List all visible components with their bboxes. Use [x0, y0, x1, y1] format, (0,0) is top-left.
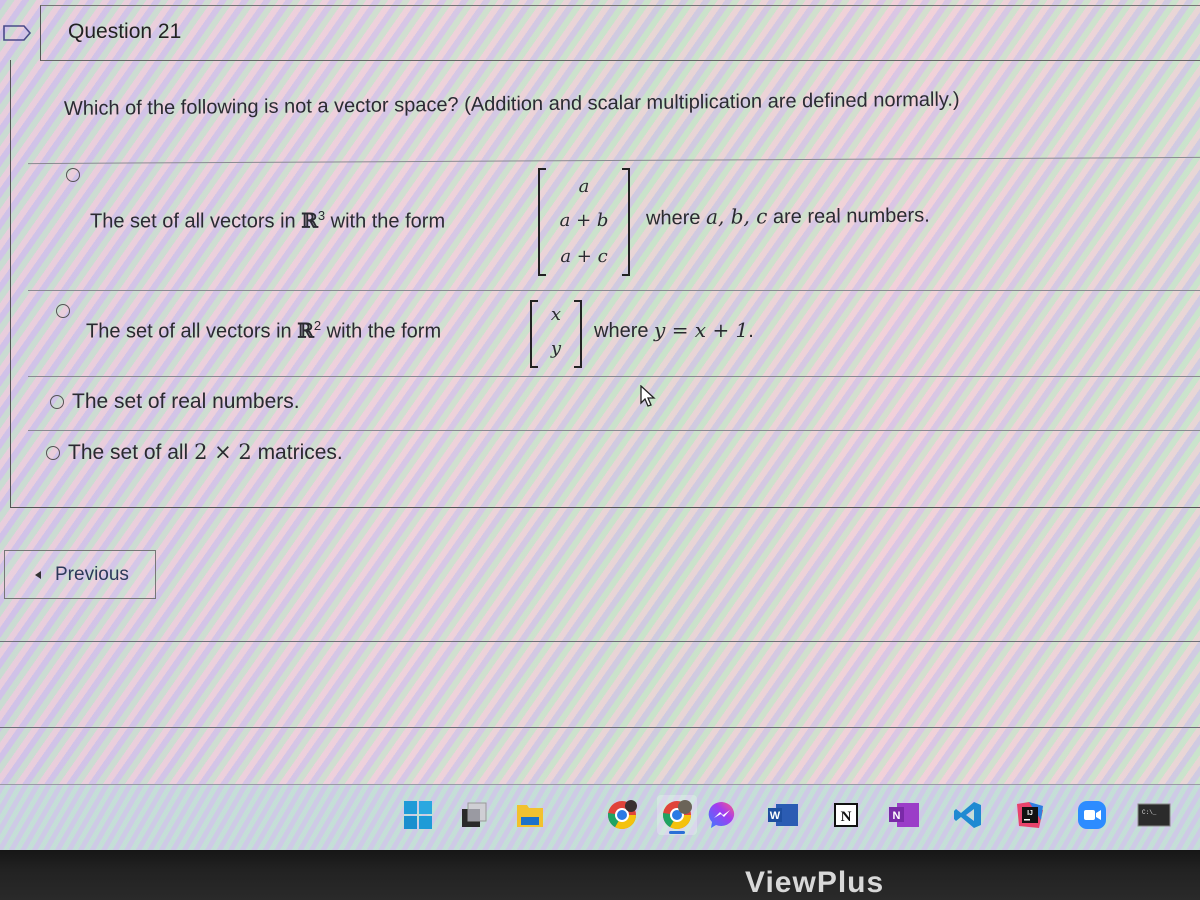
taskbar-zoom[interactable]: [1072, 795, 1112, 835]
matrix-entry: a + c: [560, 246, 608, 267]
option-1-label: The set of all vectors in ℝ3 with the fo…: [90, 208, 445, 234]
intellij-icon-label: IJ: [1027, 810, 1033, 817]
monitor-brand-logo: ViewPlus: [745, 866, 885, 899]
taskbar: W N N IJ C:\_: [0, 784, 1200, 850]
real-space-symbol: ℝ: [301, 208, 318, 233]
terminal-icon-label: C:\_: [1142, 809, 1157, 816]
previous-label: Previous: [55, 563, 129, 585]
answer-option-3[interactable]: The set of real numbers.: [50, 390, 300, 414]
onenote-icon: N: [889, 803, 919, 827]
dimension-superscript: 2: [313, 318, 322, 333]
radio-option-1[interactable]: [66, 168, 80, 182]
mouse-cursor-icon: [640, 385, 656, 407]
flag-question-icon[interactable]: [2, 24, 32, 42]
matrix-entry: x: [550, 304, 562, 325]
option-2-text: The set of all vectors in: [86, 320, 298, 343]
taskbar-onenote[interactable]: N: [884, 795, 924, 835]
zoom-icon: [1078, 801, 1106, 829]
dimension-superscript: 3: [317, 208, 326, 223]
radio-option-2[interactable]: [56, 304, 70, 318]
monitor-bezel: [0, 850, 1200, 900]
caret-left-icon: [35, 571, 41, 579]
option-2-matrix: x y: [530, 300, 582, 368]
taskbar-file-explorer[interactable]: [510, 795, 550, 835]
vscode-icon: [954, 802, 981, 828]
option-1-text-cont: with the form: [325, 210, 446, 233]
taskbar-messenger[interactable]: [702, 795, 742, 835]
option-4-math: 2 × 2: [194, 440, 252, 464]
divider: [28, 430, 1200, 431]
option-1-matrix: a a + b a + c: [538, 168, 630, 276]
option-4-text: The set of all: [68, 441, 195, 464]
onenote-icon-label: N: [893, 810, 901, 822]
windows-start-icon: [404, 801, 432, 829]
taskbar-task-view[interactable]: [454, 795, 494, 835]
divider: [0, 727, 1200, 728]
option-2-text-cont: with the form: [321, 320, 442, 343]
taskbar-notion[interactable]: N: [826, 795, 866, 835]
previous-button[interactable]: Previous: [4, 550, 156, 599]
taskbar-terminal[interactable]: C:\_: [1134, 795, 1174, 835]
divider: [0, 641, 1200, 642]
option-4-text-cont: matrices.: [251, 441, 343, 464]
condition-math: y = x + 1: [654, 318, 749, 342]
taskbar-chrome-profile-2[interactable]: [657, 795, 697, 835]
word-icon: W: [768, 804, 798, 826]
condition-suffix: are real numbers.: [767, 204, 930, 229]
condition-prefix: where: [594, 320, 655, 342]
chrome-icon: [608, 800, 637, 829]
messenger-icon: [708, 801, 735, 828]
taskbar-word[interactable]: W: [763, 795, 803, 835]
matrix-entry: y: [550, 338, 562, 359]
notion-icon-label: N: [841, 809, 852, 825]
question-header: [40, 5, 1200, 61]
radio-option-3[interactable]: [50, 395, 64, 409]
option-3-label: The set of real numbers.: [72, 390, 300, 413]
condition-math: a, b, c: [705, 204, 768, 229]
option-2-label: The set of all vectors in ℝ2 with the fo…: [86, 318, 441, 344]
chrome-icon: [663, 800, 692, 829]
option-1-condition: where a, b, c are real numbers.: [646, 203, 930, 231]
notion-icon: N: [834, 803, 858, 827]
option-2-condition: where y = x + 1.: [594, 318, 754, 343]
word-icon-label: W: [770, 810, 781, 822]
option-1-text: The set of all vectors in: [90, 210, 302, 233]
terminal-icon: C:\_: [1137, 803, 1171, 827]
condition-suffix: .: [748, 320, 754, 342]
answer-option-4[interactable]: The set of all 2 × 2 matrices.: [46, 440, 343, 465]
taskbar-start[interactable]: [398, 795, 438, 835]
matrix-entry: a + b: [559, 210, 609, 231]
real-space-symbol: ℝ: [297, 318, 314, 343]
question-title: Question 21: [68, 20, 182, 43]
condition-prefix: where: [645, 206, 707, 230]
matrix-entry: a: [578, 176, 590, 197]
taskbar-vscode[interactable]: [948, 795, 988, 835]
radio-option-4[interactable]: [46, 446, 60, 460]
task-view-icon: [462, 802, 487, 827]
active-indicator: [669, 831, 685, 834]
taskbar-chrome-profile-1[interactable]: [602, 795, 642, 835]
taskbar-intellij[interactable]: IJ: [1010, 795, 1050, 835]
intellij-icon: IJ: [1017, 802, 1043, 828]
divider: [28, 290, 1200, 291]
divider: [28, 376, 1200, 377]
file-explorer-icon: [517, 805, 543, 827]
